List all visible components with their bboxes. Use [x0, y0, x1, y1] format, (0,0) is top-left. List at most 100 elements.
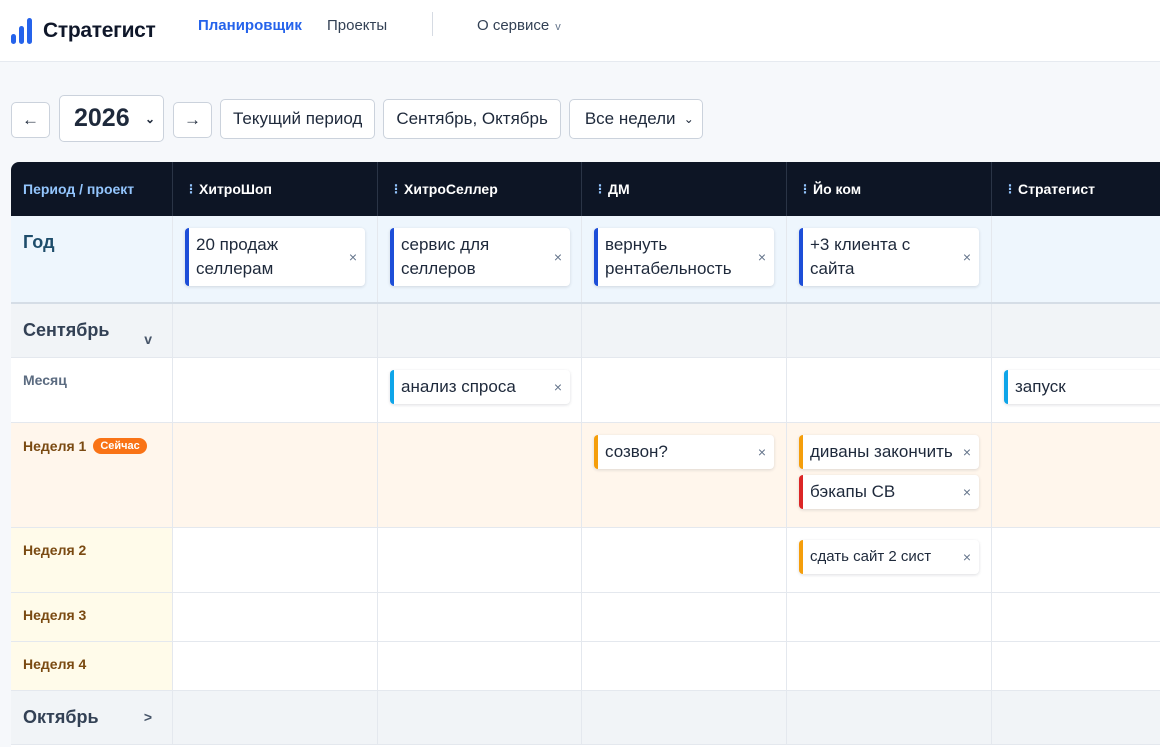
chevron-right-icon[interactable]: > [144, 709, 152, 725]
close-icon[interactable]: × [554, 375, 562, 399]
grid-cell[interactable] [378, 593, 582, 641]
nav-about[interactable]: О сервисе v [477, 17, 561, 34]
month-goals-label: Месяц [23, 372, 67, 388]
grid-cell[interactable] [992, 423, 1160, 527]
weeks-filter-select[interactable]: Все недели ⌄ [568, 98, 703, 139]
grid-cell[interactable] [173, 358, 378, 422]
drag-handle-icon[interactable]: ⋮ [390, 182, 402, 196]
month-goals-row: Месяц анализ спроса × запуск [11, 358, 1160, 423]
next-year-button[interactable]: → [173, 101, 212, 138]
chevron-down-icon[interactable]: v [144, 331, 152, 347]
goal-card[interactable]: анализ спроса × [390, 370, 570, 404]
nav-about-label: О сервисе [477, 17, 550, 34]
header-period-project: Период / проект [11, 162, 173, 216]
project-name: ДМ [608, 181, 630, 197]
close-icon[interactable]: × [554, 245, 562, 269]
month-label: Октябрь [23, 707, 99, 727]
goal-card[interactable]: +3 клиента с сайта × [799, 228, 979, 286]
grid-cell[interactable] [582, 528, 787, 592]
planner-grid: Период / проект ⋮ ХитроШоп ⋮ ХитроСеллер ⋮… [11, 162, 1160, 747]
year-cell[interactable]: сервис для селлеров × [378, 216, 582, 302]
card-text: +3 клиента с сайта [810, 235, 911, 278]
card-text: сервис для селлеров [401, 235, 490, 278]
goal-card[interactable]: сервис для селлеров × [390, 228, 570, 286]
drag-handle-icon[interactable]: ⋮ [185, 182, 197, 196]
drag-handle-icon[interactable]: ⋮ [594, 182, 606, 196]
card-text: диваны закончить [810, 442, 953, 461]
project-name: ХитроСеллер [404, 181, 498, 197]
grid-cell[interactable]: анализ спроса × [378, 358, 582, 422]
grid-cell[interactable] [173, 593, 378, 641]
grid-cell [582, 304, 787, 357]
year-label-cell: Год [11, 216, 173, 302]
top-nav: Стратегист Планировщик Проекты О сервисе… [0, 0, 1160, 62]
year-cell[interactable]: 20 продаж селлерам × [173, 216, 378, 302]
task-card[interactable]: диваны закончить × [799, 435, 979, 469]
grid-cell[interactable] [173, 423, 378, 527]
grid-cell[interactable]: созвон? × [582, 423, 787, 527]
goal-card[interactable]: 20 продаж селлерам × [185, 228, 365, 286]
close-icon[interactable]: × [758, 440, 766, 464]
grid-cell[interactable] [173, 528, 378, 592]
close-icon[interactable]: × [963, 245, 971, 269]
nav-projects[interactable]: Проекты [327, 17, 387, 34]
goal-card[interactable]: вернуть рентабельность × [594, 228, 774, 286]
task-card[interactable]: бэкапы СВ × [799, 475, 979, 509]
grid-cell[interactable] [378, 642, 582, 690]
period-range-button[interactable]: Сентябрь, Октябрь [383, 98, 561, 139]
task-card[interactable]: созвон? × [594, 435, 774, 469]
close-icon[interactable]: × [349, 245, 357, 269]
grid-cell[interactable] [582, 358, 787, 422]
drag-handle-icon[interactable]: ⋮ [799, 182, 811, 196]
task-card[interactable]: сдать сайт 2 сист × [799, 540, 979, 574]
year-select[interactable]: 2026 ⌄ [59, 95, 164, 142]
current-period-button[interactable]: Текущий период [220, 98, 376, 139]
brand[interactable]: Стратегист [11, 17, 156, 44]
grid-cell[interactable] [787, 642, 992, 690]
grid-cell[interactable] [992, 593, 1160, 641]
grid-cell[interactable] [582, 593, 787, 641]
close-icon[interactable]: × [963, 480, 971, 504]
grid-cell[interactable] [582, 642, 787, 690]
grid-cell[interactable]: сдать сайт 2 сист × [787, 528, 992, 592]
header-project-3[interactable]: ⋮ ДМ [582, 162, 787, 216]
header-project-4[interactable]: ⋮ Йо ком [787, 162, 992, 216]
week-label: Неделя 4 [23, 656, 87, 672]
year-cell[interactable]: +3 клиента с сайта × [787, 216, 992, 302]
month-row-october[interactable]: Октябрь > [11, 691, 1160, 745]
prev-year-button[interactable]: ← [11, 101, 50, 138]
week-label-cell: Неделя 3 [11, 593, 173, 641]
card-text: 20 продаж селлерам [196, 235, 279, 278]
grid-cell[interactable] [173, 642, 378, 690]
year-cell[interactable]: вернуть рентабельность × [582, 216, 787, 302]
week-label-cell: Неделя 4 [11, 642, 173, 690]
grid-cell[interactable] [992, 528, 1160, 592]
grid-cell[interactable] [787, 358, 992, 422]
grid-cell[interactable] [787, 593, 992, 641]
close-icon[interactable]: × [963, 440, 971, 464]
close-icon[interactable]: × [963, 545, 971, 569]
nav-planner[interactable]: Планировщик [198, 17, 302, 34]
project-name: Йо ком [813, 181, 862, 197]
weeks-filter-value: Все недели [584, 108, 676, 128]
header-project-1[interactable]: ⋮ ХитроШоп [173, 162, 378, 216]
grid-cell [582, 691, 787, 744]
year-row: Год 20 продаж селлерам × сервис для селле… [11, 216, 1160, 304]
month-label-cell[interactable]: Сентябрь v [11, 304, 173, 357]
grid-cell[interactable] [992, 642, 1160, 690]
goal-card[interactable]: запуск [1004, 370, 1160, 404]
close-icon[interactable]: × [758, 245, 766, 269]
month-row-september[interactable]: Сентябрь v [11, 304, 1160, 358]
nav-divider [432, 12, 433, 36]
drag-handle-icon[interactable]: ⋮ [1004, 182, 1016, 196]
year-value: 2026 [74, 104, 130, 132]
header-project-5[interactable]: ⋮ Стратегист [992, 162, 1160, 216]
grid-cell[interactable]: запуск [992, 358, 1160, 422]
year-cell[interactable] [992, 216, 1160, 302]
grid-cell[interactable] [378, 423, 582, 527]
grid-cell[interactable]: диваны закончить × бэкапы СВ × [787, 423, 992, 527]
month-label-cell[interactable]: Октябрь > [11, 691, 173, 744]
header-project-2[interactable]: ⋮ ХитроСеллер [378, 162, 582, 216]
grid-cell[interactable] [378, 528, 582, 592]
month-label: Сентябрь [23, 320, 110, 340]
